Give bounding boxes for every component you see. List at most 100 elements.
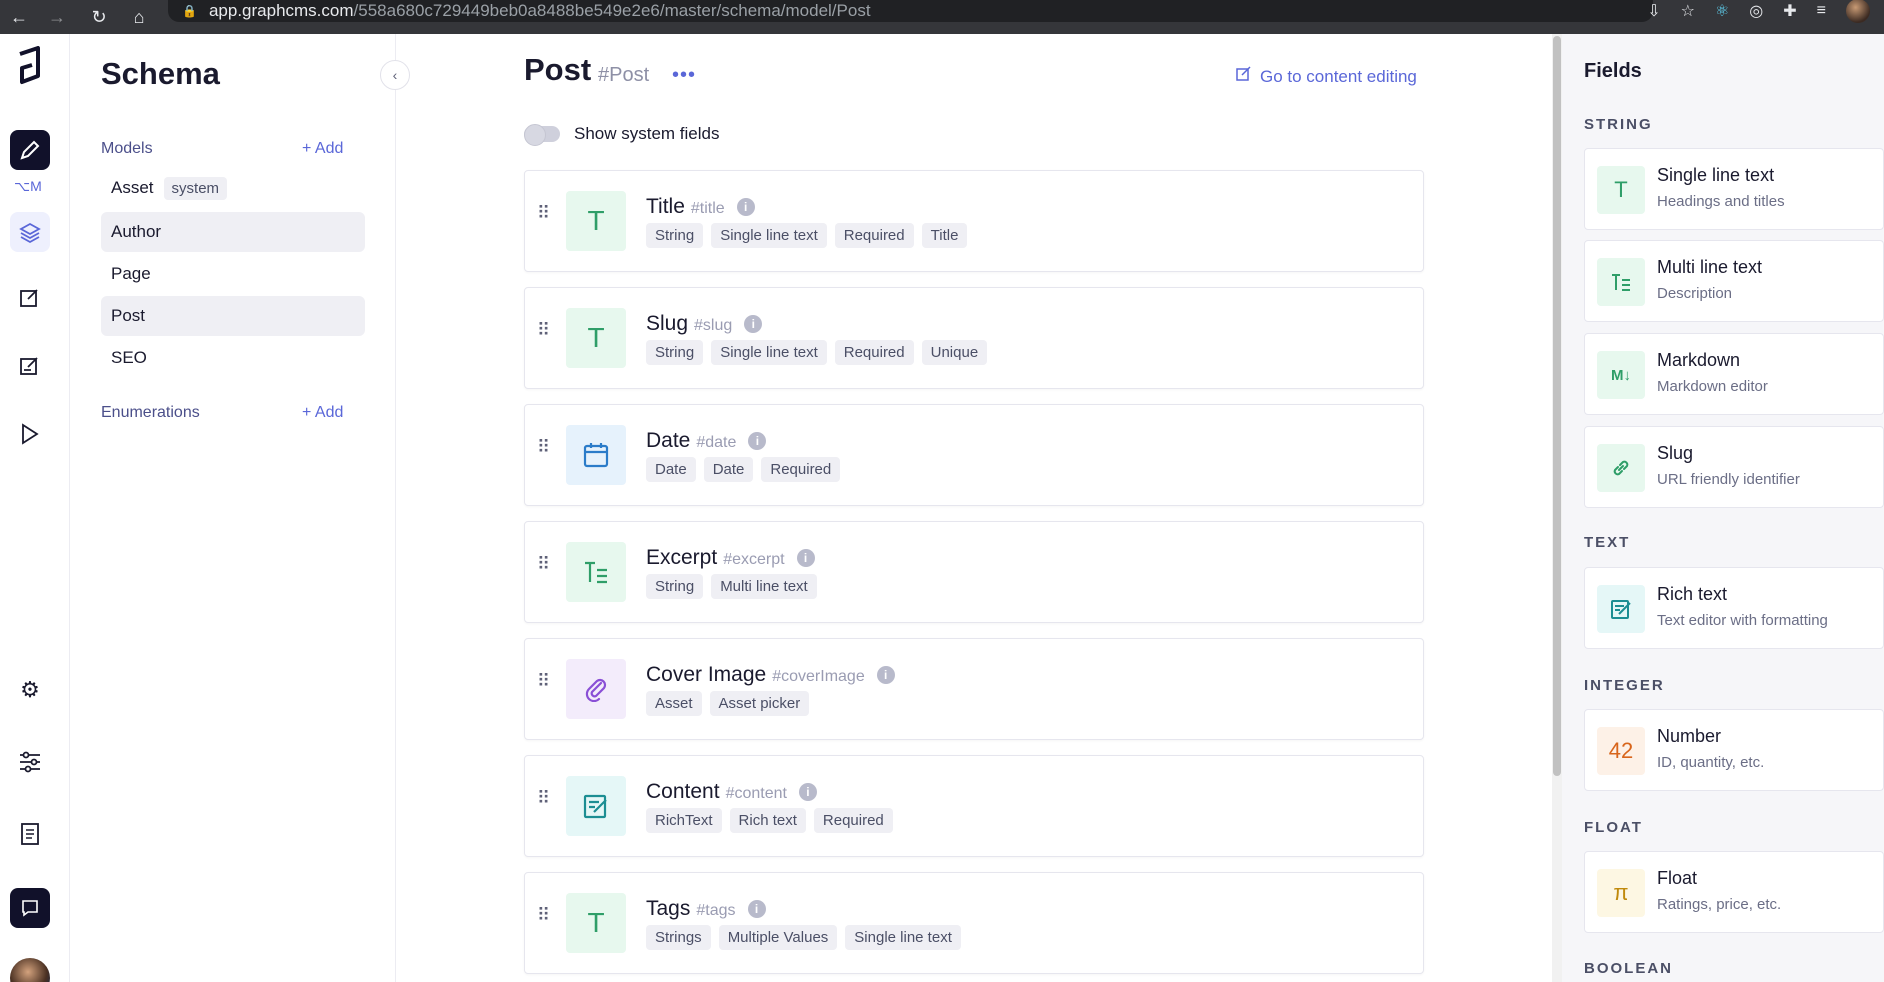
field-tag: Date: [703, 457, 754, 482]
info-icon[interactable]: i: [744, 315, 763, 333]
model-item-asset[interactable]: Asset system: [101, 168, 365, 208]
user-avatar[interactable]: [10, 958, 50, 982]
react-devtools-icon[interactable]: ⚛: [1715, 1, 1729, 21]
field-card-slug[interactable]: ⠿ T Slug #slug i String Single line text R…: [524, 287, 1424, 389]
back-icon[interactable]: ←: [4, 0, 34, 34]
drag-handle-icon[interactable]: ⠿: [537, 672, 551, 690]
field-type-rich-text[interactable]: Rich text Text editor with formatting: [1584, 567, 1884, 649]
field-tag: String: [646, 574, 704, 599]
url-path: /558a680c729449beb0a8488be549e2e6/master…: [353, 1, 871, 20]
install-icon[interactable]: ⇩: [1647, 1, 1660, 21]
info-icon[interactable]: i: [748, 432, 767, 450]
playground-icon[interactable]: [10, 414, 50, 454]
webhooks-icon[interactable]: ⚙: [10, 670, 50, 710]
schema-editor-icon[interactable]: [10, 130, 50, 170]
info-icon[interactable]: i: [736, 198, 755, 216]
field-type-name: Markdown: [1657, 350, 1741, 370]
drag-handle-icon[interactable]: ⠿: [537, 204, 551, 222]
collapse-sidebar-button[interactable]: ‹: [380, 60, 410, 90]
star-icon[interactable]: ☆: [1681, 1, 1695, 21]
graphcms-logo-icon[interactable]: [10, 46, 50, 88]
drag-handle-icon[interactable]: ⠿: [537, 438, 551, 456]
field-name: Slug: [646, 312, 689, 335]
field-type-name: Single line text: [1657, 165, 1775, 185]
field-type-float[interactable]: π Float Ratings, price, etc.: [1584, 851, 1884, 933]
chevron-left-icon: ‹: [392, 67, 398, 83]
browser-profile-avatar[interactable]: [1846, 0, 1870, 23]
address-bar[interactable]: 🔒 app.graphcms.com/558a680c729449beb0a84…: [168, 0, 1653, 22]
browser-toolbar: ← → ↻ ⌂ 🔒 app.graphcms.com/558a680c72944…: [0, 0, 1884, 34]
category-string: STRING: [1584, 116, 1653, 133]
reload-icon[interactable]: ↻: [84, 0, 114, 34]
docs-icon[interactable]: [10, 814, 50, 854]
info-icon[interactable]: i: [747, 900, 766, 918]
model-item-page[interactable]: Page: [101, 254, 365, 294]
field-type-name: Rich text: [1657, 584, 1728, 604]
field-tag: Multiple Values: [718, 925, 838, 950]
field-type-desc: URL friendly identifier: [1657, 471, 1800, 488]
forward-icon[interactable]: →: [42, 0, 72, 34]
extensions-icon[interactable]: ✚: [1783, 1, 1796, 21]
info-icon[interactable]: i: [798, 783, 817, 801]
field-type-number[interactable]: 42 Number ID, quantity, etc.: [1584, 709, 1884, 791]
main-scrollbar-thumb[interactable]: [1553, 36, 1561, 776]
media-icon[interactable]: ≡: [1817, 2, 1826, 20]
model-item-author[interactable]: Author: [101, 212, 365, 252]
drag-handle-icon[interactable]: ⠿: [537, 321, 551, 339]
layers-icon[interactable]: [10, 212, 50, 252]
more-options-icon[interactable]: •••: [672, 64, 696, 87]
field-api-id: #slug: [694, 317, 733, 334]
info-icon[interactable]: i: [876, 666, 895, 684]
paperclip-icon: [566, 659, 626, 719]
field-tag: Rich text: [729, 808, 806, 833]
field-card-tags[interactable]: ⠿ T Tags #tags i Strings Multiple Values S…: [524, 872, 1424, 974]
add-enumeration-button[interactable]: + Add: [302, 404, 343, 422]
field-tag: Single line text: [711, 340, 827, 365]
field-tag: String: [646, 340, 704, 365]
field-name: Content: [646, 780, 720, 803]
field-api-id: #tags: [696, 902, 736, 919]
field-api-id: #excerpt: [723, 551, 785, 568]
field-type-multi-line-text[interactable]: Multi line text Description: [1584, 240, 1884, 322]
field-name: Excerpt: [646, 546, 718, 569]
content-edit-alt-icon[interactable]: [10, 346, 50, 386]
field-card-excerpt[interactable]: ⠿ Excerpt #excerpt i String Multi line tex…: [524, 521, 1424, 623]
field-card-cover-image[interactable]: ⠿ Cover Image #coverImage i Asset Asset pi…: [524, 638, 1424, 740]
multi-line-text-icon: [1597, 258, 1645, 306]
multi-line-text-icon: [566, 542, 626, 602]
field-name: Title: [646, 195, 685, 218]
field-type-markdown[interactable]: M↓ Markdown Markdown editor: [1584, 333, 1884, 415]
drag-handle-icon[interactable]: ⠿: [537, 555, 551, 573]
markdown-icon: M↓: [1597, 351, 1645, 399]
field-type-name: Float: [1657, 868, 1698, 888]
model-name: Post: [111, 306, 146, 325]
field-tag: Date: [646, 457, 696, 482]
field-tag: Asset: [646, 691, 702, 716]
field-type-single-line-text[interactable]: T Single line text Headings and titles: [1584, 148, 1884, 230]
number-icon: 42: [1597, 727, 1645, 775]
system-fields-label: Show system fields: [574, 124, 720, 143]
field-type-slug[interactable]: Slug URL friendly identifier: [1584, 426, 1884, 508]
info-icon[interactable]: i: [796, 549, 815, 567]
target-icon[interactable]: ◎: [1749, 1, 1763, 21]
add-model-button[interactable]: + Add: [302, 140, 343, 158]
model-item-post[interactable]: Post: [101, 296, 365, 336]
drag-handle-icon[interactable]: ⠿: [537, 906, 551, 924]
model-item-seo[interactable]: SEO: [101, 338, 365, 378]
category-text: TEXT: [1584, 534, 1631, 551]
field-card-title[interactable]: ⠿ T Title #title i String Single line text…: [524, 170, 1424, 272]
drag-handle-icon[interactable]: ⠿: [537, 789, 551, 807]
field-card-date[interactable]: ⠿ Date #date i Date Date Required: [524, 404, 1424, 506]
field-api-id: #date: [696, 434, 737, 451]
field-card-content[interactable]: ⠿ Content #content i RichText Rich text Re…: [524, 755, 1424, 857]
go-to-content-link[interactable]: Go to content editing: [1236, 66, 1417, 87]
app-rail: ⌥M ⚙: [0, 34, 70, 982]
field-name: Date: [646, 429, 691, 452]
home-icon[interactable]: ⌂: [124, 0, 154, 34]
system-fields-toggle[interactable]: [524, 124, 560, 146]
settings-sliders-icon[interactable]: [10, 742, 50, 782]
browser-actions: ⇩ ☆ ⚛ ◎ ✚ ≡: [1647, 0, 1884, 23]
go-to-content-label: Go to content editing: [1260, 66, 1417, 86]
content-edit-icon[interactable]: [10, 278, 50, 318]
chat-icon[interactable]: [10, 888, 50, 928]
